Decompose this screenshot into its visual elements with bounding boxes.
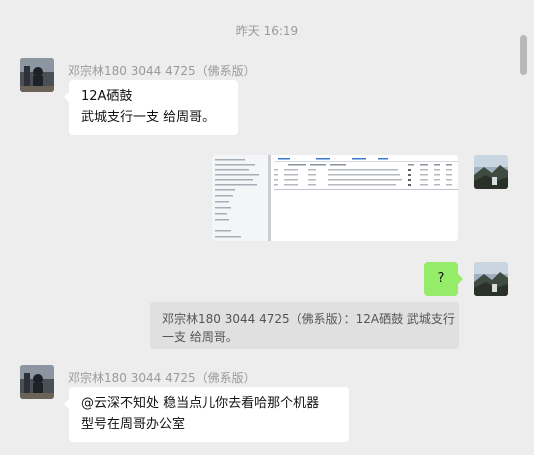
sender-avatar[interactable] [20,58,54,92]
own-avatar[interactable] [474,155,508,189]
message-text: 型号在周哥办公室 [81,417,186,432]
scrollbar-thumb[interactable] [520,35,527,75]
quote-text: 一支 给周哥。 [162,330,238,344]
message-text: ? [437,271,445,286]
message-bubble[interactable]: @云深不知处 稳当点儿你去看哈那个机器 型号在周哥办公室 [64,387,349,442]
own-avatar[interactable] [474,262,508,296]
message-text: 武城支行一支 给周哥。 [81,110,216,125]
quoted-message[interactable]: 邓宗林180 3044 4725（佛系版）：12A硒鼓 武城支行 一支 给周哥。 [150,302,459,349]
quote-text: 邓宗林180 3044 4725（佛系版）：12A硒鼓 武城支行 [162,312,455,326]
message-text: @云深不知处 稳当点儿你去看哈那个机器 [81,396,320,411]
message-text: 12A硒鼓 [81,89,133,104]
image-message[interactable] [212,155,458,241]
sender-avatar[interactable] [20,365,54,399]
sender-name: 邓宗林180 3044 4725（佛系版） [68,64,256,78]
message-bubble[interactable]: 12A硒鼓 武城支行一支 给周哥。 [64,80,238,135]
chat-timestamp: 昨天 16:19 [235,24,299,38]
sender-name: 邓宗林180 3044 4725（佛系版） [68,371,256,385]
message-bubble-own[interactable]: ? [424,262,463,296]
